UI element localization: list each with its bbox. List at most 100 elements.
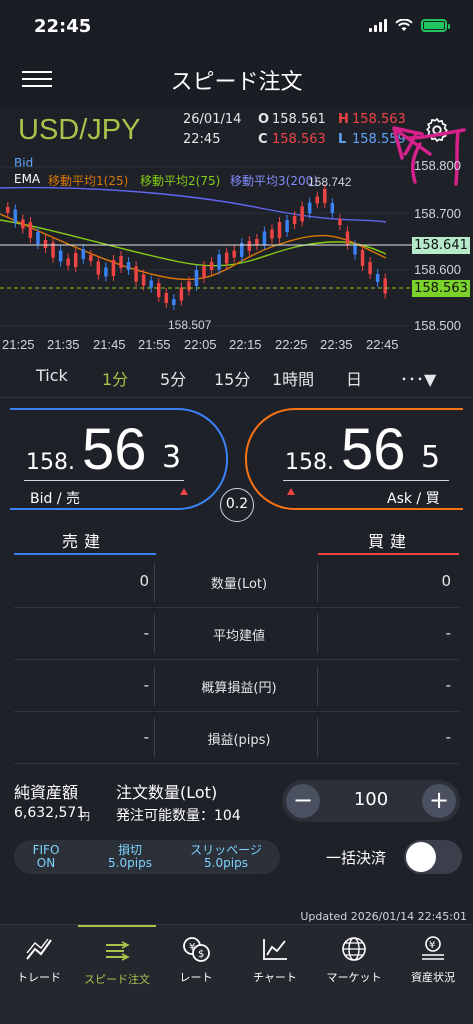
sell-lot: 0 [139,572,149,590]
order-settings-chip[interactable]: FIFO ON 損切 5.0pips スリッページ 5.0pips [14,840,280,874]
candle [149,280,153,288]
candle [330,203,335,213]
candle [224,252,229,264]
candle [126,262,131,270]
candle [262,231,267,245]
position-row-pl-yen: - 概算損益(円) - [14,660,459,712]
position-row-pips: - 損益(pips) - [14,712,459,764]
order-qty-label: 注文数量(Lot) [116,783,218,802]
tf-1min[interactable]: 1分 [102,366,128,390]
qty-minus-button[interactable]: − [286,784,320,818]
buy-pips: - [445,728,451,746]
status-bar: 22:45 [0,0,473,52]
qty-input[interactable]: 100 [326,789,416,810]
candle [277,222,282,238]
candle [353,245,357,255]
bulk-close-label: 一括決済 [326,849,387,867]
speed-order-icon [106,941,130,961]
bulk-close-toggle[interactable] [404,840,462,874]
candle [73,253,78,267]
x-tick: 21:35 [47,337,80,352]
price-chart[interactable]: Bid EMA 移動平均1(25) 移動平均2(75) 移動平均3(200) 1… [0,150,473,360]
x-tick: 22:05 [184,337,217,352]
buy-ask-button[interactable]: 158. 56 5 Ask / 買 [245,408,463,510]
tf-15min[interactable]: 15分 [214,366,250,390]
app-header: スピード注文 [0,52,473,106]
status-time: 22:45 [34,16,92,37]
sell-pips: - [143,728,149,746]
candle [156,283,161,297]
tf-more[interactable]: ･･･▼ [400,366,436,390]
buy-pl-yen: - [445,676,451,694]
ask-last-digit: 5 [421,440,441,475]
close-label: C [258,132,268,147]
candle [58,250,63,262]
tab-rate[interactable]: ¥ $ レート [157,925,235,995]
close-value: 158.563 [272,132,326,147]
candle [13,209,18,223]
candle [307,202,312,214]
bottom-tab-bar: トレード スピード注文 ¥ $ レート チャート マーケット ¥ 資産状況 [0,924,473,1024]
candle [141,274,146,286]
tab-speed-order[interactable]: スピード注文 [78,925,156,995]
currency-pair[interactable]: USD/JPY [18,114,140,147]
candle [96,261,101,275]
candle [270,229,274,239]
tab-label: マーケット [326,971,382,984]
spread-badge: 0.2 [220,488,254,522]
candle [217,254,221,270]
candle [134,266,138,282]
y-tick: 158.600 [414,262,461,277]
candle [179,287,184,301]
candle [194,270,199,286]
stoploss-value: 5.0pips [108,856,152,870]
tf-day[interactable]: 日 [346,366,362,390]
chart-icon [263,939,287,960]
candle [119,256,123,268]
bid-prefix: 158. [26,450,75,475]
y-tick: 158.800 [414,158,461,173]
candle [21,219,25,229]
candle [66,258,70,266]
quote-date: 26/01/14 [183,112,242,127]
price-tag-last: 158.641 [412,237,470,254]
tab-market[interactable]: マーケット [315,925,393,995]
candle [81,249,85,259]
price-tag-current: 158.563 [412,280,470,297]
bid-big-digits: 56 [82,417,147,482]
market-icon [342,937,366,961]
updated-timestamp: Updated 2026/01/14 22:45:01 [300,910,467,923]
candle [247,241,252,251]
uptick-icon [180,488,188,495]
tf-tick[interactable]: Tick [36,366,68,385]
x-tick: 21:25 [2,337,35,352]
sell-bid-button[interactable]: 158. 56 3 Bid / 売 [10,408,228,510]
trade-icon [26,938,52,960]
divider [0,397,473,398]
status-icons [369,19,450,32]
tf-5min[interactable]: 5分 [160,366,186,390]
low-marker: 158.507 [168,318,212,332]
assets-icon: ¥ [422,936,444,960]
ask-prefix: 158. [285,450,334,475]
candle [28,222,33,238]
candle [232,250,236,258]
buy-lot: 0 [441,572,451,590]
x-tick: 21:45 [93,337,126,352]
x-tick: 21:55 [138,337,171,352]
tab-assets[interactable]: ¥ 資産状況 [394,925,472,995]
candle [43,240,48,248]
qty-plus-button[interactable]: + [422,784,456,818]
y-tick: 158.500 [414,318,461,333]
tab-chart[interactable]: チャート [236,925,314,995]
svg-text:¥: ¥ [429,940,435,951]
buy-avg: - [445,624,451,642]
tf-1hour[interactable]: 1時間 [272,366,314,390]
row-label: 損益(pips) [207,733,271,748]
candle [187,281,191,291]
tab-trade[interactable]: トレード [0,925,78,995]
svg-text:$: $ [198,949,204,960]
sell-position-header: 売建 [62,532,107,551]
tab-label: レート [179,971,213,984]
chart-canvas [0,166,412,327]
